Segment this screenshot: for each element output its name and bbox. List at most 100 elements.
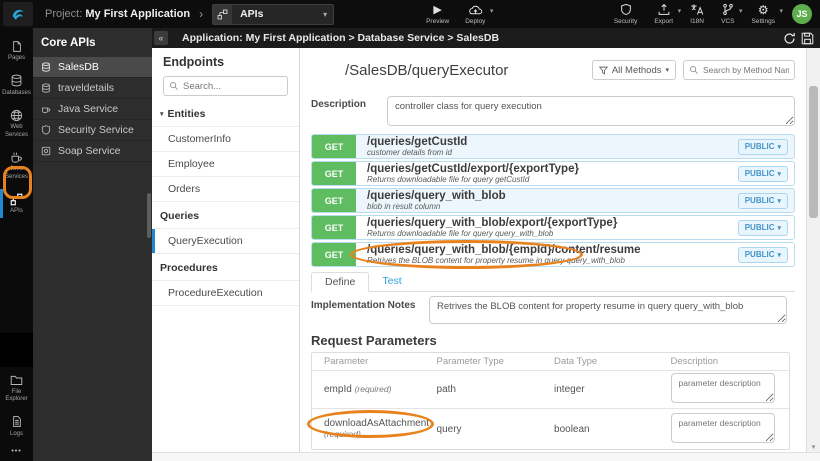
access-dropdown[interactable]: PUBLIC ▾ — [737, 219, 788, 236]
scrollbar-thumb[interactable] — [809, 86, 818, 218]
refresh-icon[interactable] — [783, 32, 796, 45]
core-apis-title: Core APIs — [41, 37, 96, 49]
page-title: /SalesDB/queryExecutor — [345, 61, 509, 79]
sidebar-item-web-services[interactable]: Web Services — [0, 103, 33, 143]
breadcrumb: Application: My First Application > Data… — [182, 32, 500, 44]
apis-icon — [10, 192, 23, 206]
module-selector-dropdown[interactable]: APIs ▾ — [212, 3, 335, 25]
database-icon — [40, 62, 52, 72]
cloud-upload-icon — [468, 3, 483, 16]
more-options-icon[interactable]: ••• — [0, 448, 33, 455]
endpoint-summary: Retrives the BLOB content for property r… — [367, 256, 625, 266]
vcs-button[interactable]: VCS ▾ — [721, 3, 743, 25]
core-apis-panel: Core APIs SalesDB traveldetails Java Ser… — [33, 28, 152, 461]
caret-down-icon: ▾ — [160, 111, 164, 118]
app-window: Project: My First Application › APIs ▾ ▶… — [0, 0, 820, 461]
page-icon — [11, 39, 23, 53]
translate-icon — [690, 3, 704, 16]
sidebar-item-logs[interactable]: Logs — [0, 410, 33, 443]
breadcrumb-bar: « Application: My First Application > Da… — [152, 28, 820, 48]
endpoints-title: Endpoints — [163, 55, 225, 69]
access-dropdown[interactable]: PUBLIC ▾ — [737, 246, 788, 263]
core-panel-scrollbar[interactable] — [147, 193, 151, 238]
sidebar-item-pages[interactable]: Pages — [0, 34, 33, 67]
endpoint-item-queryexecution[interactable]: QueryExecution — [152, 229, 299, 254]
column-header: Description — [670, 356, 719, 367]
coffee-icon — [40, 104, 52, 114]
search-icon — [169, 81, 179, 91]
endpoint-row[interactable]: GET /queries/getCustId customer details … — [311, 134, 795, 159]
caret-down-icon: ▾ — [777, 197, 781, 205]
export-icon — [658, 3, 670, 16]
user-avatar[interactable]: JS — [792, 4, 812, 24]
collapse-panel-button[interactable]: « — [154, 31, 168, 45]
method-search-input[interactable] — [703, 65, 789, 75]
endpoint-summary: Returns downloadable file for query quer… — [367, 229, 554, 239]
endpoint-item-procedureexecution[interactable]: ProcedureExecution — [152, 281, 299, 306]
endpoint-row[interactable]: GET /queries/query_with_blob blob in res… — [311, 188, 795, 213]
tab-test[interactable]: Test — [369, 272, 414, 291]
tab-define[interactable]: Define — [311, 272, 370, 292]
endpoint-list: GET /queries/getCustId customer details … — [311, 134, 795, 267]
play-icon: ▶ — [433, 4, 442, 16]
access-dropdown[interactable]: PUBLIC ▾ — [737, 165, 788, 182]
sidebar-item-databases[interactable]: Databases — [0, 69, 33, 102]
data-type: integer — [554, 384, 585, 395]
sidebar-item-apis[interactable]: APIs — [0, 187, 33, 220]
endpoints-search-input[interactable] — [183, 80, 282, 92]
method-badge: GET — [312, 135, 356, 158]
settings-button[interactable]: ⚙ Settings ▾ — [752, 3, 784, 26]
sidebar-item-java-services[interactable]: Java Services — [0, 145, 33, 185]
endpoint-item-employee[interactable]: Employee — [152, 152, 299, 177]
left-nav-rail: Pages Databases Web Services Java Servic… — [0, 28, 33, 461]
method-search[interactable] — [683, 60, 795, 80]
parameter-description-textarea[interactable] — [670, 412, 775, 443]
access-dropdown[interactable]: PUBLIC ▾ — [737, 138, 788, 155]
description-textarea[interactable]: controller class for query execution — [387, 96, 795, 126]
column-header: Parameter Type — [436, 356, 504, 367]
logo-icon — [10, 6, 26, 22]
method-badge: GET — [312, 189, 356, 212]
endpoint-item-customerinfo[interactable]: CustomerInfo — [152, 127, 299, 152]
caret-down-icon: ▾ — [777, 251, 781, 259]
core-api-item-security-service[interactable]: Security Service — [33, 120, 152, 141]
core-api-item-java-service[interactable]: Java Service — [33, 99, 152, 120]
section-procedures[interactable]: Procedures — [152, 254, 299, 281]
implementation-notes-textarea[interactable]: Retrives the BLOB content for property r… — [429, 296, 787, 324]
core-api-item-traveldetails[interactable]: traveldetails — [33, 78, 152, 99]
section-queries[interactable]: Queries — [152, 202, 299, 229]
endpoint-summary: customer details from id — [367, 148, 452, 158]
caret-down-icon: ▾ — [665, 67, 669, 74]
i18n-button[interactable]: I18N — [690, 3, 704, 25]
core-api-item-salesdb[interactable]: SalesDB — [33, 57, 152, 78]
endpoint-item-orders[interactable]: Orders — [152, 177, 299, 202]
access-dropdown[interactable]: PUBLIC ▾ — [737, 192, 788, 209]
save-icon[interactable] — [801, 32, 814, 45]
required-note: (required) — [354, 384, 392, 394]
coffee-icon — [10, 150, 23, 164]
wavemaker-logo[interactable] — [3, 2, 33, 26]
scroll-down-arrow[interactable]: ▾ — [807, 443, 820, 451]
core-api-item-soap-service[interactable]: Soap Service — [33, 141, 152, 162]
export-button[interactable]: Export ▾ — [654, 3, 681, 25]
endpoints-search[interactable] — [163, 76, 288, 96]
vertical-scrollbar[interactable]: ▾ — [806, 48, 820, 452]
module-selector-label: APIs — [240, 8, 264, 20]
table-row: empId (required) path integer — [312, 371, 789, 409]
endpoint-row[interactable]: GET /queries/getCustId/export/{exportTyp… — [311, 161, 795, 186]
shield-icon — [40, 125, 52, 135]
chevron-down-icon: ▾ — [489, 8, 494, 15]
caret-down-icon: ▾ — [777, 143, 781, 151]
sidebar-item-file-explorer[interactable]: File Explorer — [0, 368, 33, 408]
section-entities[interactable]: ▾ Entities — [152, 100, 299, 127]
security-button[interactable]: Security — [614, 3, 637, 25]
parameter-description-textarea[interactable] — [670, 373, 775, 403]
caret-down-icon: ▾ — [777, 170, 781, 178]
deploy-button[interactable]: Deploy ▾ — [465, 3, 493, 25]
endpoint-row[interactable]: GET /queries/query_with_blob/export/{exp… — [311, 215, 795, 240]
rail-black-block — [0, 333, 33, 367]
required-note: (required) — [324, 429, 361, 439]
preview-button[interactable]: ▶ Preview — [426, 3, 449, 25]
endpoint-row-selected[interactable]: GET /queries/query_with_blob/{empId}/con… — [311, 242, 795, 267]
methods-filter-dropdown[interactable]: All Methods ▾ — [591, 60, 676, 80]
